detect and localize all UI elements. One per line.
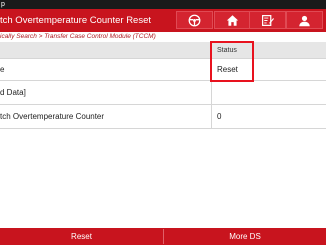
status-bar: p [0, 0, 326, 9]
home-button[interactable] [214, 11, 251, 29]
data-stream-table: Status e Reset d Data] tch Overtemperatu… [0, 42, 326, 228]
status-bar-text: p [1, 1, 5, 8]
steering-wheel-icon [188, 14, 201, 26]
vehicle-button[interactable] [176, 11, 213, 29]
user-icon [299, 15, 310, 26]
home-icon [226, 14, 239, 26]
row-value-cell [211, 81, 326, 104]
reset-button[interactable]: Reset [0, 228, 163, 245]
row-value-cell: 0 [211, 105, 326, 128]
table-row[interactable]: d Data] [0, 81, 326, 105]
more-ds-button[interactable]: More DS [164, 228, 326, 245]
app-header: tch Overtemperature Counter Reset [0, 9, 326, 32]
row-name-cell: e [0, 65, 5, 74]
report-edit-icon [262, 14, 274, 26]
row-value-cell: Reset [211, 59, 326, 80]
page-title: tch Overtemperature Counter Reset [0, 15, 152, 26]
report-button[interactable] [249, 11, 286, 29]
row-name-cell: d Data] [0, 88, 26, 97]
user-button[interactable] [286, 11, 323, 29]
row-name-cell: tch Overtemperature Counter [0, 112, 105, 121]
footer-bar: Reset More DS [0, 228, 326, 245]
header-status-cell: Status [211, 42, 326, 58]
table-row[interactable]: e Reset [0, 59, 326, 81]
table-row[interactable]: tch Overtemperature Counter 0 [0, 105, 326, 129]
table-header-row: Status [0, 42, 326, 59]
